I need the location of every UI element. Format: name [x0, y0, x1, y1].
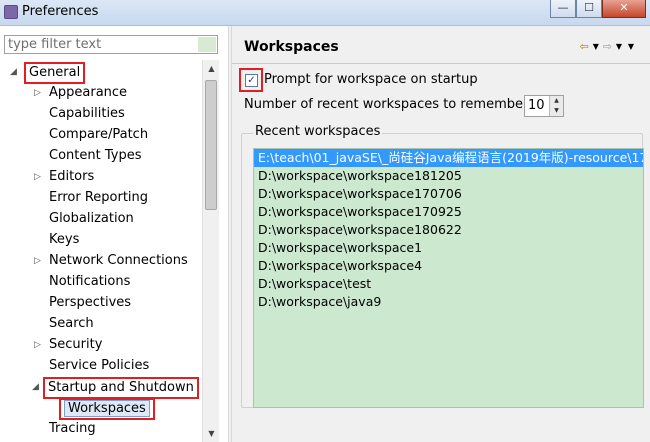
selected-item-label: Workspaces	[64, 400, 150, 417]
workspaces-page: Workspaces ⇦ ▼ ⇨ ▼ ▼ ✓ Prompt for worksp…	[232, 26, 650, 442]
back-dropdown-icon[interactable]: ▼	[591, 42, 601, 51]
tree-item-error-reporting[interactable]: Error Reporting	[49, 188, 148, 208]
back-arrow-icon[interactable]: ⇦	[580, 40, 589, 53]
tree-item-label: Editors	[49, 169, 95, 184]
spin-down-icon[interactable]: ▼	[550, 106, 563, 116]
tree-item-label: Security	[49, 337, 103, 352]
tree-item-network-connections[interactable]: ▷ Network Connections	[34, 251, 188, 271]
tree-item-label: Capabilities	[49, 106, 125, 121]
tree-item-search[interactable]: Search	[49, 314, 94, 334]
tree-item-workspaces[interactable]: Workspaces	[59, 398, 155, 420]
preferences-nav-panel: type filter text ◢ General ▷ Appearance …	[0, 26, 228, 442]
list-item[interactable]: D:\workspace\workspace170706	[254, 185, 643, 203]
window-controls: — ☐ ✕	[550, 0, 646, 20]
list-item[interactable]: D:\workspace\workspace1	[254, 239, 643, 257]
tree-item-label: Content Types	[49, 148, 142, 163]
tree-item-label: Network Connections	[49, 253, 188, 268]
list-item[interactable]: D:\workspace\test	[254, 275, 643, 293]
tree-item-content-types[interactable]: Content Types	[49, 146, 141, 166]
scrollbar-thumb[interactable]	[205, 80, 217, 210]
filter-input[interactable]: type filter text	[4, 35, 218, 54]
collapse-arrow-icon[interactable]: ◢	[32, 377, 42, 397]
tree-item-security[interactable]: ▷ Security	[34, 335, 102, 355]
list-item[interactable]: D:\workspace\workspace180622	[254, 221, 643, 239]
tree-item-label: Error Reporting	[49, 190, 149, 205]
collapse-arrow-icon[interactable]: ◢	[10, 62, 20, 82]
list-item[interactable]: E:\teach\01_javaSE\_尚硅谷Java编程语言(2019年版)-…	[254, 149, 643, 167]
tree-scrollbar[interactable]: ▲ ▼	[202, 60, 219, 442]
recent-workspaces-list[interactable]: E:\teach\01_javaSE\_尚硅谷Java编程语言(2019年版)-…	[253, 148, 644, 408]
prompt-workspace-label[interactable]: Prompt for workspace on startup	[264, 72, 478, 87]
minimize-button[interactable]: —	[550, 0, 576, 18]
maximize-button[interactable]: ☐	[576, 0, 602, 18]
app-icon	[4, 5, 18, 19]
tree-item-label: Search	[49, 316, 94, 331]
window-title: Preferences	[22, 4, 99, 19]
recent-count-label: Number of recent workspaces to remember:	[244, 97, 533, 112]
tree-item-label: Notifications	[49, 274, 131, 289]
forward-arrow-icon[interactable]: ⇨	[603, 40, 612, 53]
tree-item-editors[interactable]: ▷ Editors	[34, 167, 94, 187]
view-menu-icon[interactable]: ▼	[626, 42, 636, 51]
recent-count-spinner[interactable]: 10 ▲ ▼	[524, 95, 564, 117]
tree-item-appearance[interactable]: ▷ Appearance	[34, 83, 127, 103]
recent-workspaces-title: Recent workspaces	[253, 124, 383, 139]
tree-item-label: Startup and Shutdown	[43, 377, 199, 399]
close-button[interactable]: ✕	[602, 0, 646, 18]
history-navigation: ⇦ ▼ ⇨ ▼ ▼	[580, 38, 636, 54]
page-title: Workspaces	[244, 39, 339, 55]
tree-item-label: Service Policies	[49, 358, 150, 373]
tree-item-tracing[interactable]: Tracing	[49, 419, 96, 439]
list-item[interactable]: D:\workspace\workspace181205	[254, 167, 643, 185]
title-divider	[232, 63, 650, 64]
scroll-up-icon[interactable]: ▲	[203, 60, 220, 77]
tree-item-capabilities[interactable]: Capabilities	[49, 104, 125, 124]
filter-clear-icon[interactable]	[198, 37, 216, 52]
scroll-down-icon[interactable]: ▼	[203, 425, 220, 442]
tree-item-compare-patch[interactable]: Compare/Patch	[49, 125, 148, 145]
recent-count-value[interactable]: 10	[528, 98, 545, 113]
tree-item-label: General	[24, 62, 86, 84]
checkbox-highlight: ✓	[239, 68, 263, 92]
tree-item-notifications[interactable]: Notifications	[49, 272, 130, 292]
expand-arrow-icon[interactable]: ▷	[34, 167, 44, 187]
spinner-buttons: ▲ ▼	[549, 96, 563, 116]
tree-item-keys[interactable]: Keys	[49, 230, 79, 250]
tree-item-label: Workspaces	[59, 398, 155, 420]
expand-arrow-icon[interactable]: ▷	[34, 251, 44, 271]
expand-arrow-icon[interactable]: ▷	[34, 83, 44, 103]
preferences-tree: ◢ General ▷ Appearance Capabilities Comp…	[0, 60, 202, 442]
expand-arrow-icon[interactable]: ▷	[34, 335, 44, 355]
list-item[interactable]: D:\workspace\workspace170925	[254, 203, 643, 221]
tree-item-label: Tracing	[49, 421, 96, 436]
tree-item-label: Keys	[49, 232, 80, 247]
spin-up-icon[interactable]: ▲	[550, 96, 563, 106]
tree-item-label: Globalization	[49, 211, 134, 226]
forward-dropdown-icon[interactable]: ▼	[614, 42, 624, 51]
list-item[interactable]: D:\workspace\workspace4	[254, 257, 643, 275]
tree-item-service-policies[interactable]: Service Policies	[49, 356, 149, 376]
tree-item-startup-and-shutdown[interactable]: ◢ Startup and Shutdown	[32, 377, 199, 399]
tree-item-label: Perspectives	[49, 295, 132, 310]
title-bar: Preferences — ☐ ✕	[0, 0, 650, 26]
tree-item-label: Compare/Patch	[49, 127, 149, 142]
prompt-workspace-checkbox[interactable]: ✓	[245, 74, 258, 87]
tree-item-globalization[interactable]: Globalization	[49, 209, 134, 229]
list-item[interactable]: D:\workspace\java9	[254, 293, 643, 311]
tree-item-perspectives[interactable]: Perspectives	[49, 293, 131, 313]
tree-item-label: Appearance	[49, 85, 128, 100]
tree-item-general[interactable]: ◢ General	[10, 62, 86, 84]
